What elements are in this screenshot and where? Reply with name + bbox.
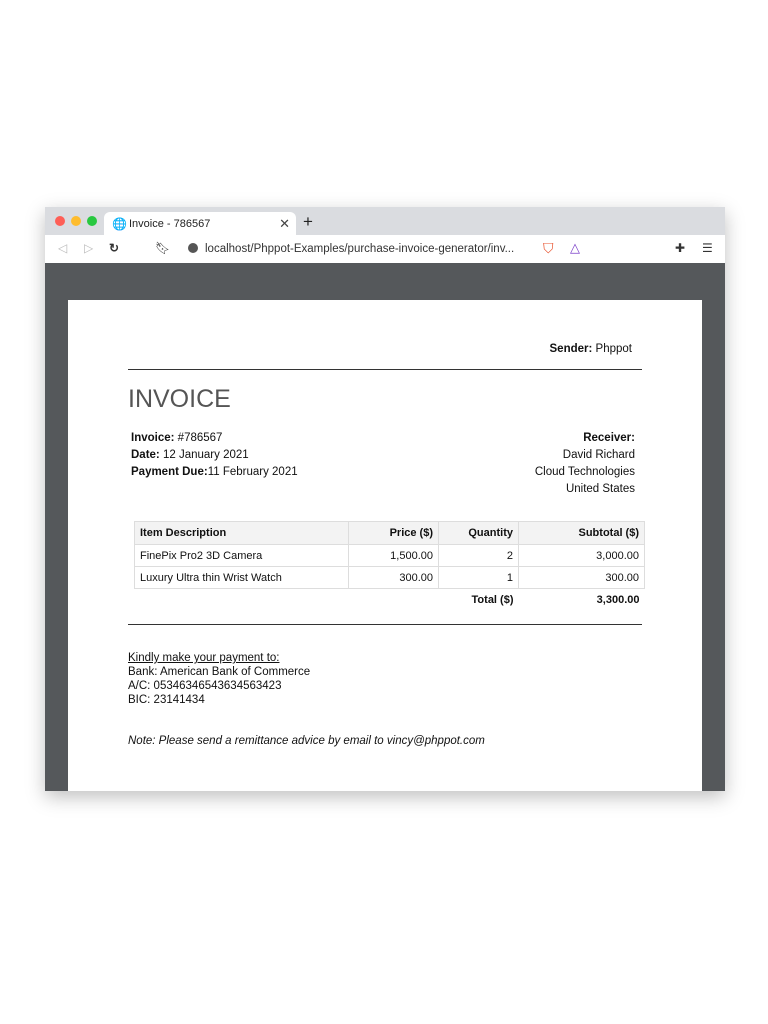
bookmark-icon[interactable]: 🔖︎ bbox=[155, 241, 170, 255]
address-bar[interactable]: localhost/Phppot-Examples/purchase-invoi… bbox=[178, 238, 593, 260]
reload-icon[interactable]: ↻ bbox=[109, 241, 119, 255]
table-row: FinePix Pro2 3D Camera 1,500.00 2 3,000.00 bbox=[134, 544, 645, 567]
tab-bar: 🌐 Invoice - 786567 ✕ + bbox=[45, 207, 725, 235]
url-text: localhost/Phppot-Examples/purchase-invoi… bbox=[205, 243, 515, 255]
site-info-icon[interactable] bbox=[188, 243, 198, 253]
browser-window: 🌐 Invoice - 786567 ✕ + ◁ ▷ ↻ 🔖︎ localhos… bbox=[45, 207, 725, 791]
tab-title: Invoice - 786567 bbox=[129, 218, 211, 230]
total-row: Total ($) 3,300.00 bbox=[471, 593, 640, 606]
note: Note: Please send a remittance advice by… bbox=[128, 735, 485, 747]
extensions-icon[interactable]: ✚ bbox=[675, 241, 685, 255]
items-table: Item Description Price ($) Quantity Subt… bbox=[134, 521, 645, 611]
payment-info: Kindly make your payment to: Bank: Ameri… bbox=[128, 652, 311, 706]
back-icon[interactable]: ◁ bbox=[58, 241, 67, 255]
rewards-icon[interactable]: △ bbox=[570, 240, 580, 256]
new-tab-button[interactable]: + bbox=[303, 212, 313, 232]
forward-icon[interactable]: ▷ bbox=[84, 241, 93, 255]
menu-icon[interactable]: ☰ bbox=[702, 241, 713, 255]
tab-invoice[interactable]: 🌐 Invoice - 786567 ✕ bbox=[104, 212, 296, 235]
table-row: Luxury Ultra thin Wrist Watch 300.00 1 300.… bbox=[134, 566, 645, 589]
invoice-page: Sender: Phppot INVOICE Invoice: #786567 … bbox=[68, 300, 702, 791]
sender: Sender: Phppot bbox=[549, 343, 632, 355]
divider bbox=[128, 369, 642, 370]
brave-shield-icon[interactable]: ⛉ bbox=[543, 240, 554, 257]
invoice-title: INVOICE bbox=[128, 385, 231, 413]
table-header: Item Description Price ($) Quantity Subt… bbox=[134, 521, 645, 545]
invoice-details: Invoice: #786567 Date: 12 January 2021 P… bbox=[131, 432, 298, 478]
close-window-button[interactable] bbox=[55, 216, 65, 226]
receiver: Receiver: David Richard Cloud Technologi… bbox=[534, 432, 635, 495]
globe-icon: 🌐 bbox=[112, 217, 127, 231]
minimize-window-button[interactable] bbox=[71, 216, 81, 226]
toolbar: ◁ ▷ ↻ 🔖︎ localhost/Phppot-Examples/purch… bbox=[45, 235, 725, 263]
maximize-window-button[interactable] bbox=[87, 216, 97, 226]
close-tab-icon[interactable]: ✕ bbox=[279, 216, 290, 232]
divider bbox=[128, 624, 642, 625]
